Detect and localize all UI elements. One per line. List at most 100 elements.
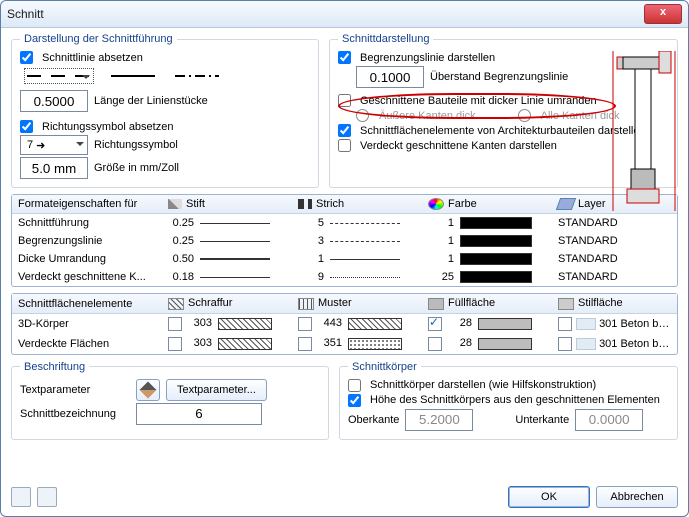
th-strich[interactable]: Strich [292,195,422,214]
input-schnittbezeichnung[interactable] [136,403,262,425]
lbl-schnittlinie-absetzen: Schnittlinie absetzen [42,52,143,64]
chk-muster[interactable] [298,337,312,351]
linestyle-option-3[interactable] [172,68,222,84]
textparameter-button[interactable]: Textparameter... [166,379,267,401]
lbl-unterkante: Unterkante [515,414,569,426]
stil-swatch-icon [576,318,596,330]
farbe-swatch-icon [460,235,532,247]
close-button[interactable]: x [644,4,682,24]
lbl-dicke-linie: Geschnittene Bauteile mit dicker Linie u… [360,95,597,107]
strich-swatch-icon [330,241,400,242]
table-row[interactable]: Begrenzungslinie 0.25 3 1 STANDARD [12,232,677,250]
linestyle-option-1[interactable] [24,68,94,84]
lbl-oberkante: Oberkante [348,414,399,426]
table-row[interactable]: Schnittführung 0.25 5 1 STANDARD [12,214,677,233]
chk-fuellflaeche[interactable] [428,337,442,351]
cell-pen: 0.25 [168,217,194,229]
legend-schnittkoerper: Schnittkörper [348,361,421,373]
cell-fuell: 28 [446,317,472,329]
titlebar[interactable]: Schnitt x [1,1,688,28]
chk-begrenzungslinie[interactable] [338,51,351,64]
ok-button[interactable]: OK [508,486,590,508]
table-row[interactable]: Verdeckte Flächen 303 351 28 301 Beton b… [12,334,677,354]
schraffur-swatch-icon [218,318,272,330]
chk-verdeckt[interactable] [338,139,351,152]
chk-sk-hoehe[interactable] [348,394,361,407]
favorite-save-button[interactable] [37,487,57,507]
input-groesse[interactable] [20,157,88,179]
input-unterkante [575,409,643,431]
dialog-schnitt: Schnitt x Darstellung der Schnittführung… [0,0,689,517]
th-schraffur[interactable]: Schraffur [162,294,292,313]
chk-sk-darstellen[interactable] [348,379,361,392]
chk-architektur[interactable] [338,124,351,137]
strich-swatch-icon [330,259,400,260]
cell-name: Verdeckte Flächen [12,334,162,354]
layer-icon [556,198,576,210]
th-fuellflaeche[interactable]: Füllfläche [422,294,552,313]
cell-stil: 301 Beton bew... [599,337,677,349]
chk-stilflaeche[interactable] [558,337,572,351]
group-schnittdarstellung: Schnittdarstellung Begrenzungslinie dars… [329,33,678,188]
th-farbe[interactable]: Farbe [422,195,552,214]
cell-layer: STANDARD [552,214,677,233]
chk-dicke-linie[interactable] [338,94,351,107]
cell-strich: 3 [298,235,324,247]
input-linienstuecke-laenge[interactable] [20,90,88,112]
cell-name: Begrenzungslinie [12,232,162,250]
stil-swatch-icon [576,338,596,350]
pen-swatch-icon [200,241,270,242]
muster-swatch-icon [348,338,402,350]
lbl-textparameter: Textparameter [20,384,130,396]
th-format-name[interactable]: Formateigenschaften für [12,195,162,214]
lbl-aeussere-kanten: Äußere Kanten dick [379,110,476,122]
lbl-alle-kanten: Alle Kanten dick [541,110,620,122]
lbl-verdeckt: Verdeckt geschnittene Kanten darstellen [360,140,557,152]
lbl-ueberstand: Überstand Begrenzungslinie [430,71,568,83]
select-richtungssymbol[interactable]: 7 ➜ [20,135,88,155]
muster-swatch-icon [348,318,402,330]
farbe-icon [428,198,444,210]
chk-schraffur[interactable] [168,337,182,351]
th-sfe-name[interactable]: Schnittflächenelemente [12,294,162,313]
cell-name: Dicke Umrandung [12,250,162,268]
textparameter-pick-button[interactable] [136,379,160,401]
lbl-groesse: Größe in mm/Zoll [94,162,179,174]
pencil-icon [140,381,157,398]
table-row[interactable]: Verdeckt geschnittene K... 0.18 9 25 STA… [12,268,677,286]
table-row[interactable]: 3D-Körper 303 443 28 301 Beton bew... [12,313,677,334]
chk-schraffur[interactable] [168,317,182,331]
window-title: Schnitt [7,7,44,21]
radio-aeussere-kanten [356,109,369,122]
chk-stilflaeche[interactable] [558,317,572,331]
th-stift[interactable]: Stift [162,195,292,214]
chk-schnittlinie-absetzen[interactable] [20,51,33,64]
table-schnittflaechenelemente: Schnittflächenelemente Schraffur Muster … [11,293,678,354]
group-darstellung-fuehrung: Darstellung der Schnittführung Schnittli… [11,33,319,188]
chk-muster[interactable] [298,317,312,331]
cell-pen: 0.50 [168,253,194,265]
select-richtungssymbol-value: 7 [27,139,33,151]
th-muster[interactable]: Muster [292,294,422,313]
favorite-load-button[interactable] [11,487,31,507]
cell-fuell: 28 [446,337,472,349]
fuellflaeche-icon [428,298,444,310]
chk-fuellflaeche[interactable] [428,317,442,331]
chk-richtungssymbol-absetzen[interactable] [20,120,33,133]
linestyle-option-2[interactable] [108,68,158,84]
th-stilflaeche[interactable]: Stilfläche [552,294,677,313]
table-row[interactable]: Dicke Umrandung 0.50 1 1 STANDARD [12,250,677,268]
lbl-linienstuecke-laenge: Länge der Linienstücke [94,95,208,107]
lbl-sk-darstellen: Schnittkörper darstellen (wie Hilfskonst… [370,379,596,391]
farbe-swatch-icon [460,253,532,265]
cell-schraffur: 303 [186,317,212,329]
pen-swatch-icon [200,258,270,260]
group-schnittkoerper: Schnittkörper Schnittkörper darstellen (… [339,361,678,440]
cell-strich: 9 [298,271,324,283]
cancel-button[interactable]: Abbrechen [596,486,678,508]
fuell-swatch-icon [478,338,532,350]
input-ueberstand[interactable] [356,66,424,88]
farbe-swatch-icon [460,271,532,283]
lbl-sk-hoehe: Höhe des Schnittkörpers aus den geschnit… [370,394,660,406]
pen-icon [168,199,182,209]
